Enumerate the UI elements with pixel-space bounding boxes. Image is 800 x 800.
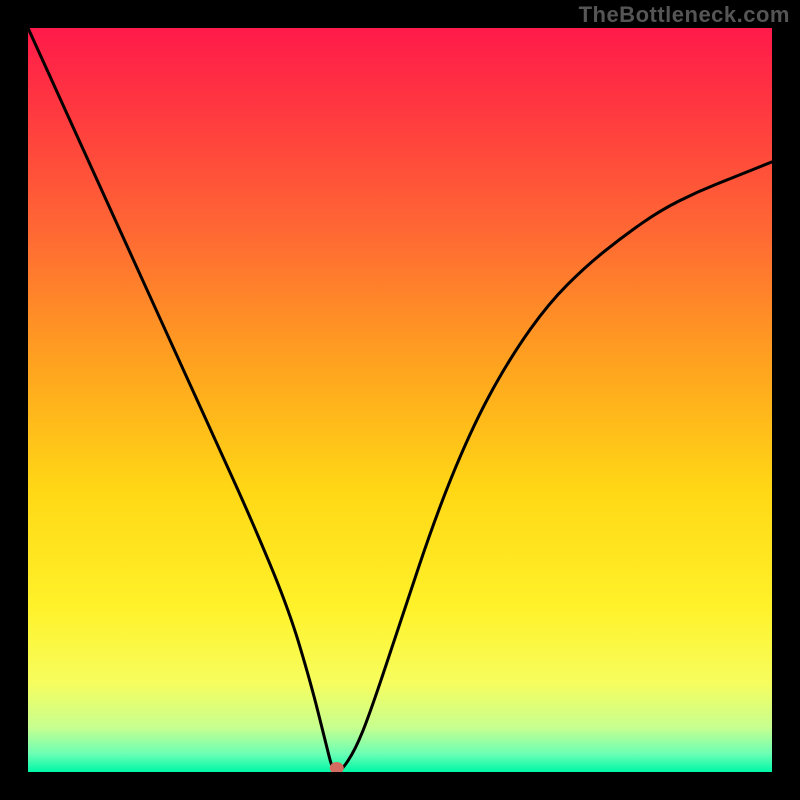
plot-area: [28, 28, 772, 772]
gradient-bg: [28, 28, 772, 772]
chart-frame: TheBottleneck.com: [0, 0, 800, 800]
chart-svg: [28, 28, 772, 772]
watermark-text: TheBottleneck.com: [579, 2, 790, 28]
